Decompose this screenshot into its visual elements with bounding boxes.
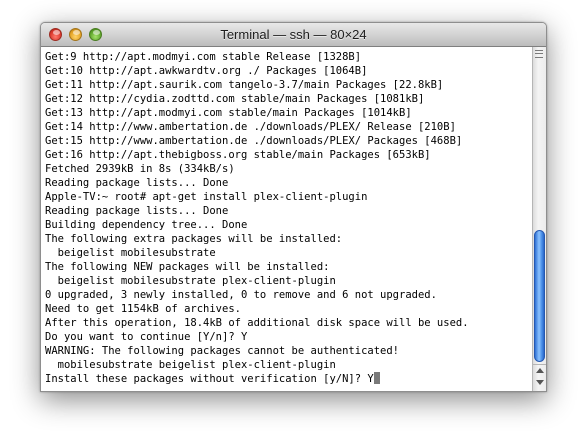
- terminal-line: mobilesubstrate beigelist plex-client-pl…: [45, 359, 336, 371]
- prompt-text: Install these packages without verificat…: [45, 373, 374, 385]
- terminal-line: beigelist mobilesubstrate plex-client-pl…: [45, 275, 336, 287]
- terminal-line: After this operation, 18.4kB of addition…: [45, 317, 469, 329]
- terminal-line: Do you want to continue [Y/n]? Y: [45, 331, 248, 343]
- terminal-line: Get:11 http://apt.saurik.com tangelo-3.7…: [45, 79, 444, 91]
- title-bar[interactable]: Terminal — ssh — 80×24: [41, 23, 546, 47]
- text-cursor: [373, 372, 380, 384]
- terminal-line: beigelist mobilesubstrate: [45, 247, 216, 259]
- terminal-line: Get:10 http://apt.awkwardtv.org ./ Packa…: [45, 65, 368, 77]
- terminal-line: Need to get 1154kB of archives.: [45, 303, 241, 315]
- terminal-prompt-line: Install these packages without verificat…: [45, 372, 532, 386]
- arrow-up-icon[interactable]: [536, 368, 544, 373]
- terminal-line: Get:12 http://cydia.zodttd.com stable/ma…: [45, 93, 425, 105]
- vertical-scrollbar[interactable]: [532, 47, 546, 391]
- terminal-line: Get:15 http://www.ambertation.de ./downl…: [45, 135, 463, 147]
- scroll-arrows: [533, 364, 546, 391]
- terminal-line: The following extra packages will be ins…: [45, 233, 343, 245]
- terminal-line: Reading package lists... Done: [45, 205, 229, 217]
- terminal-line: 0 upgraded, 3 newly installed, 0 to remo…: [45, 289, 437, 301]
- terminal-window: Terminal — ssh — 80×24 Get:9 http://apt.…: [40, 22, 547, 392]
- terminal-line: Get:13 http://apt.modmyi.com stable/main…: [45, 107, 412, 119]
- terminal-line: The following NEW packages will be insta…: [45, 261, 330, 273]
- split-pane-icon[interactable]: [535, 50, 543, 58]
- terminal-line: Apple-TV:~ root# apt-get install plex-cl…: [45, 191, 368, 203]
- window-title: Terminal — ssh — 80×24: [220, 27, 367, 42]
- arrow-down-icon[interactable]: [536, 380, 544, 385]
- terminal-line: Get:14 http://www.ambertation.de ./downl…: [45, 121, 456, 133]
- terminal-line: Reading package lists... Done: [45, 177, 229, 189]
- terminal-output[interactable]: Get:9 http://apt.modmyi.com stable Relea…: [41, 47, 532, 391]
- terminal-line: Building dependency tree... Done: [45, 219, 248, 231]
- terminal-line: Get:9 http://apt.modmyi.com stable Relea…: [45, 51, 362, 63]
- terminal-line: Fetched 2939kB in 8s (334kB/s): [45, 163, 235, 175]
- scrollbar-thumb[interactable]: [534, 230, 545, 362]
- terminal-line: WARNING: The following packages cannot b…: [45, 345, 400, 357]
- terminal-line: Get:16 http://apt.thebigboss.org stable/…: [45, 149, 431, 161]
